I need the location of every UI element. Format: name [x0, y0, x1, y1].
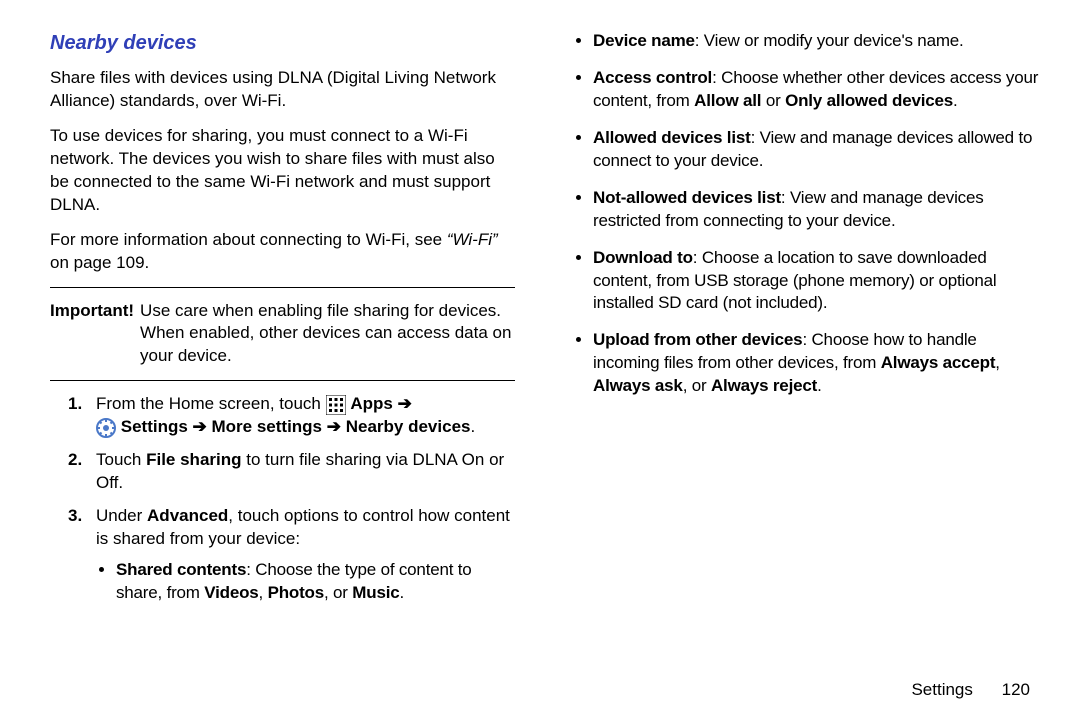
intro-para-1: Share files with devices using DLNA (Dig…	[50, 67, 515, 113]
list-item: Not-allowed devices list: View and manag…	[593, 187, 1040, 233]
list-item: Device name: View or modify your device'…	[593, 30, 1040, 53]
wifi-reference: “Wi-Fi”	[447, 230, 498, 249]
only-allowed-label: Only allowed devices	[785, 91, 953, 110]
list-item: Shared contents: Choose the type of cont…	[116, 559, 515, 605]
important-note: Important! Use care when enabling file s…	[50, 300, 515, 369]
list-item: Access control: Choose whether other dev…	[593, 67, 1040, 113]
footer-page-number: 120	[1002, 680, 1030, 699]
page-footer: Settings 120	[911, 680, 1030, 700]
sep: ,	[259, 583, 268, 602]
more-settings-label: More settings	[212, 417, 323, 436]
important-text: Use care when enabling file sharing for …	[140, 300, 515, 369]
step3-sublist: Shared contents: Choose the type of cont…	[116, 559, 515, 605]
always-ask-label: Always ask	[593, 376, 683, 395]
device-name-label: Device name	[593, 31, 695, 50]
list-item: Allowed devices list: View and manage de…	[593, 127, 1040, 173]
list-item: Upload from other devices: Choose how to…	[593, 329, 1040, 398]
options-list: Device name: View or modify your device'…	[593, 30, 1040, 398]
period: .	[817, 376, 822, 395]
step-3: 3. Under Advanced, touch options to cont…	[68, 505, 515, 609]
intro-para-2: To use devices for sharing, you must con…	[50, 125, 515, 217]
always-accept-label: Always accept	[881, 353, 996, 372]
sep: or	[761, 91, 785, 110]
always-reject-label: Always reject	[711, 376, 817, 395]
divider-bottom	[50, 380, 515, 381]
arrow-icon: ➔	[398, 394, 412, 413]
arrow-icon: ➔	[193, 417, 212, 436]
nearby-devices-label: Nearby devices	[346, 417, 471, 436]
intro3-text-a: For more information about connecting to…	[50, 230, 447, 249]
device-name-text: : View or modify your device's name.	[695, 31, 964, 50]
left-column: Nearby devices Share files with devices …	[50, 30, 515, 700]
step2-text-a: Touch	[96, 450, 146, 469]
manual-page: Nearby devices Share files with devices …	[0, 0, 1080, 720]
intro-para-3: For more information about connecting to…	[50, 229, 515, 275]
right-column: Device name: View or modify your device'…	[575, 30, 1040, 700]
allow-all-label: Allow all	[694, 91, 761, 110]
list-item: Download to: Choose a location to save d…	[593, 247, 1040, 316]
step-number: 3.	[68, 505, 96, 609]
important-label: Important!	[50, 300, 134, 369]
step-1: 1. From the Home screen, touch	[68, 393, 515, 439]
period: .	[953, 91, 958, 110]
music-label: Music	[352, 583, 399, 602]
footer-section: Settings	[911, 680, 972, 699]
step-body: Touch File sharing to turn file sharing …	[96, 449, 515, 495]
apps-icon	[326, 393, 346, 416]
step-body: Under Advanced, touch options to control…	[96, 505, 515, 609]
upload-label: Upload from other devices	[593, 330, 802, 349]
settings-icon	[96, 416, 116, 439]
sep: ,	[995, 353, 1000, 372]
step3-text-a: Under	[96, 506, 147, 525]
step-body: From the Home screen, touch Apps ➔	[96, 393, 515, 439]
step1-text-a: From the Home screen, touch	[96, 394, 326, 413]
settings-label: Settings	[121, 417, 188, 436]
shared-contents-label: Shared contents	[116, 560, 246, 579]
photos-label: Photos	[268, 583, 324, 602]
step-number: 2.	[68, 449, 96, 495]
section-heading: Nearby devices	[50, 30, 515, 57]
arrow-icon: ➔	[327, 417, 346, 436]
divider-top	[50, 287, 515, 288]
steps-list: 1. From the Home screen, touch	[68, 393, 515, 609]
advanced-label: Advanced	[147, 506, 228, 525]
intro3-text-b: on page 109.	[50, 253, 149, 272]
download-to-label: Download to	[593, 248, 693, 267]
file-sharing-label: File sharing	[146, 450, 241, 469]
step-2: 2. Touch File sharing to turn file shari…	[68, 449, 515, 495]
allowed-list-label: Allowed devices list	[593, 128, 751, 147]
step-number: 1.	[68, 393, 96, 439]
apps-label: Apps	[350, 394, 393, 413]
sep: , or	[324, 583, 352, 602]
not-allowed-label: Not-allowed devices list	[593, 188, 781, 207]
period: .	[399, 583, 404, 602]
sep: , or	[683, 376, 711, 395]
videos-label: Videos	[204, 583, 258, 602]
access-control-label: Access control	[593, 68, 712, 87]
period: .	[470, 417, 475, 436]
